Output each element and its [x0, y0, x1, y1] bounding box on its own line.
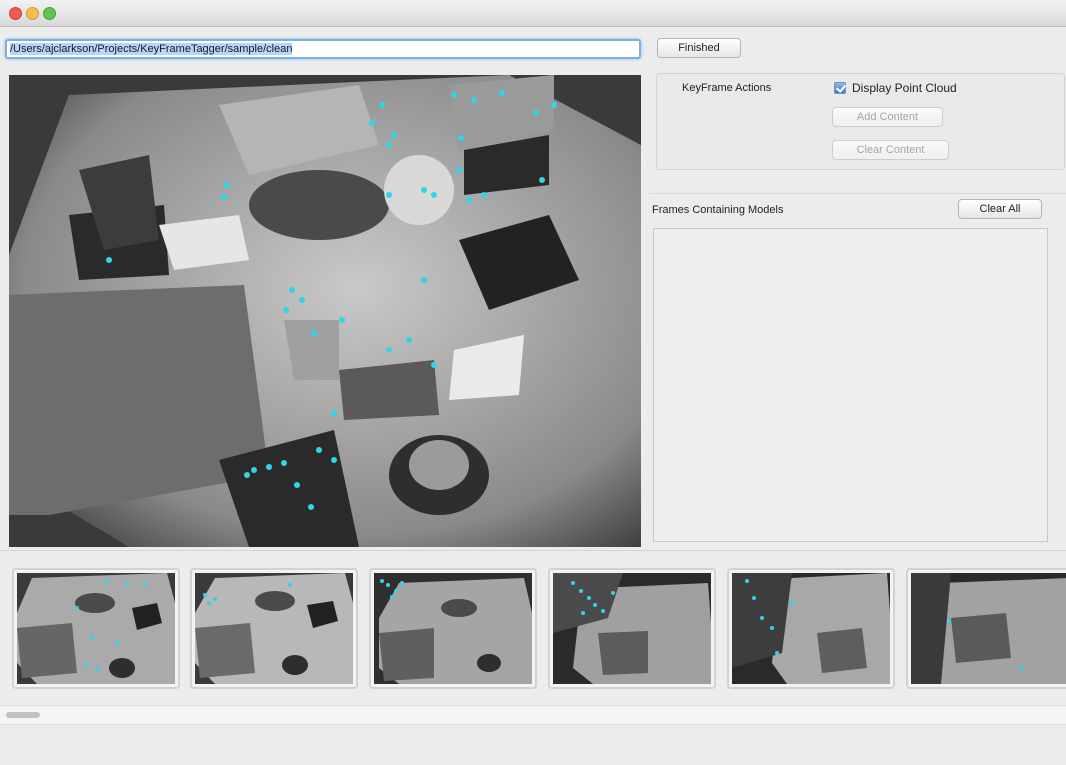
- minimize-window-button[interactable]: [26, 7, 39, 20]
- scrollbar-thumb[interactable]: [6, 712, 40, 718]
- keyframe-actions-label: KeyFrame Actions: [682, 82, 772, 94]
- display-point-cloud-label[interactable]: Display Point Cloud: [852, 81, 957, 95]
- keyframe-thumbnail-strip[interactable]: [6, 556, 1066, 700]
- frames-list[interactable]: [653, 228, 1048, 542]
- keyframe-thumbnail[interactable]: [369, 568, 537, 689]
- display-point-cloud-checkbox[interactable]: [834, 82, 846, 94]
- keyframe-thumbnail[interactable]: [12, 568, 180, 689]
- thumbnail-image: [553, 573, 711, 684]
- add-content-button[interactable]: Add Content: [832, 107, 943, 127]
- window-titlebar: [0, 0, 1066, 27]
- keyframe-thumbnail[interactable]: [727, 568, 895, 689]
- camera-image: [9, 75, 641, 547]
- thumbnail-image: [911, 573, 1066, 684]
- thumbnail-image: [732, 573, 890, 684]
- keyframe-camera-view[interactable]: [9, 75, 641, 547]
- thumbnail-image: [374, 573, 532, 684]
- path-input-value: /Users/ajclarkson/Projects/KeyFrameTagge…: [10, 43, 293, 55]
- finished-button[interactable]: Finished: [657, 38, 741, 58]
- keyframe-thumbnail[interactable]: [906, 568, 1066, 689]
- thumbnail-image: [195, 573, 353, 684]
- divider: [0, 550, 1066, 551]
- thumbnail-scrollbar[interactable]: [0, 705, 1066, 725]
- clear-content-button[interactable]: Clear Content: [832, 140, 949, 160]
- keyframe-thumbnail[interactable]: [548, 568, 716, 689]
- clear-all-button[interactable]: Clear All: [958, 199, 1042, 219]
- zoom-window-button[interactable]: [43, 7, 56, 20]
- frames-containing-models-label: Frames Containing Models: [652, 204, 784, 216]
- path-input[interactable]: /Users/ajclarkson/Projects/KeyFrameTagge…: [5, 39, 641, 59]
- close-window-button[interactable]: [9, 7, 22, 20]
- thumbnail-image: [17, 573, 175, 684]
- keyframe-thumbnail[interactable]: [190, 568, 358, 689]
